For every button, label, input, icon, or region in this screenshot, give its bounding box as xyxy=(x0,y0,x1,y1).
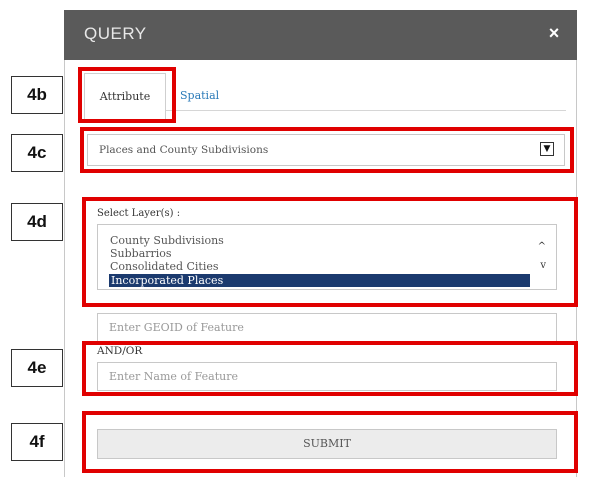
query-header: QUERY × xyxy=(64,10,577,60)
andor-label: AND/OR xyxy=(97,345,143,357)
feature-name-placeholder: Enter Name of Feature xyxy=(109,370,238,383)
list-item-selected[interactable]: Incorporated Places xyxy=(109,274,530,287)
tab-attribute[interactable]: Attribute xyxy=(84,73,166,119)
feature-name-input[interactable]: Enter Name of Feature xyxy=(97,362,557,391)
list-item[interactable]: Subbarrios xyxy=(110,247,172,260)
step-label-4b: 4b xyxy=(11,76,63,114)
chevron-up-icon[interactable]: ^ xyxy=(538,241,546,252)
step-label-4f: 4f xyxy=(11,423,63,461)
dialog-title: QUERY xyxy=(84,24,147,43)
geoid-placeholder: Enter GEOID of Feature xyxy=(109,321,244,334)
category-select-value: Places and County Subdivisions xyxy=(99,144,269,156)
list-item[interactable]: Consolidated Cities xyxy=(110,260,219,273)
category-select[interactable]: Places and County Subdivisions ▼ xyxy=(87,134,565,166)
step-label-4e: 4e xyxy=(11,349,63,387)
close-icon[interactable]: × xyxy=(543,22,565,44)
chevron-down-icon[interactable]: ▼ xyxy=(540,142,554,156)
submit-button[interactable]: SUBMIT xyxy=(97,429,557,459)
layers-listbox[interactable]: County Subdivisions Subbarrios Consolida… xyxy=(97,224,557,290)
tab-spatial[interactable]: Spatial xyxy=(180,73,219,119)
step-label-4c: 4c xyxy=(11,134,63,172)
select-layers-label: Select Layer(s) : xyxy=(97,208,181,219)
geoid-input[interactable]: Enter GEOID of Feature xyxy=(97,313,557,342)
chevron-down-icon[interactable]: v xyxy=(540,260,546,271)
list-item[interactable]: County Subdivisions xyxy=(110,234,224,247)
step-label-4d: 4d xyxy=(11,203,63,241)
tab-divider xyxy=(166,110,566,111)
